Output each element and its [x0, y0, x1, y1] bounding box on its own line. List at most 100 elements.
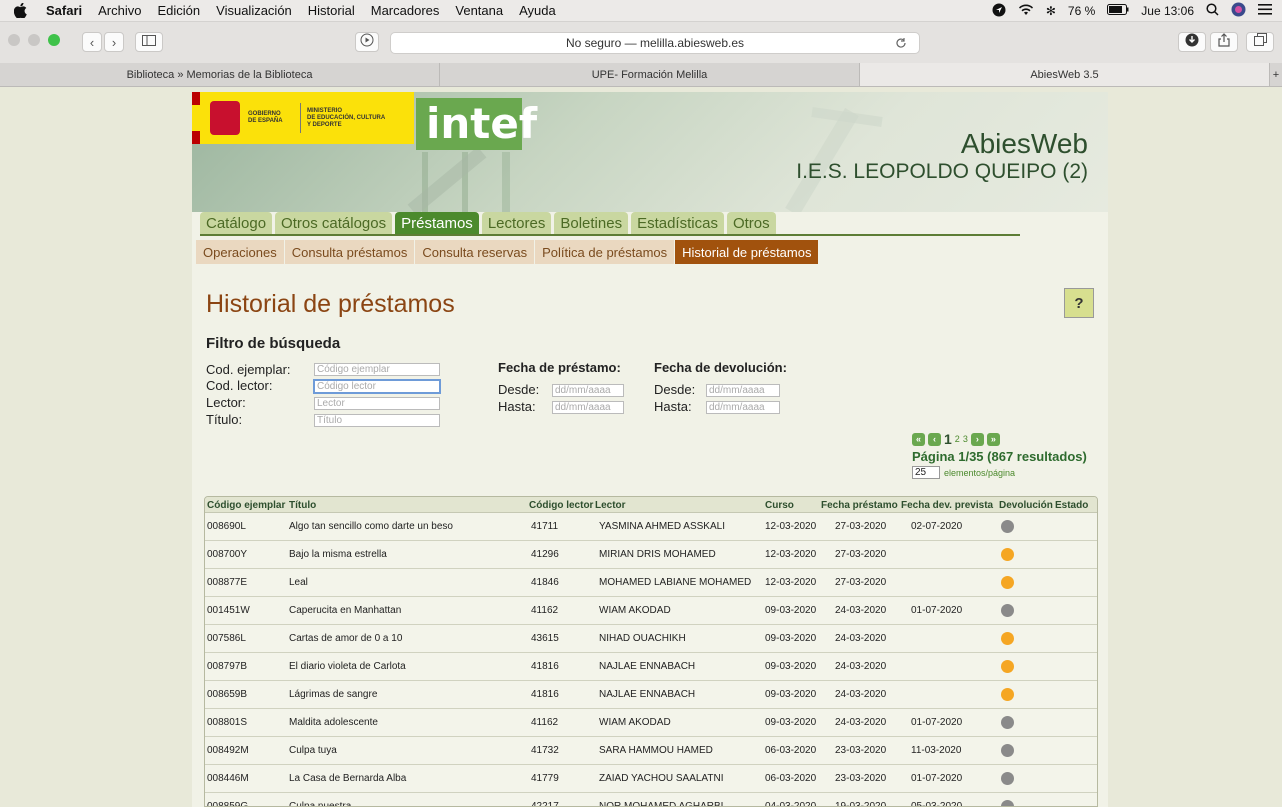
subtab-politica-prestamos[interactable]: Política de préstamos [535, 240, 676, 264]
devolucion-desde-input[interactable]: dd/mm/aaaa [706, 384, 780, 397]
apple-icon[interactable] [14, 3, 30, 19]
table-row[interactable]: 001451W Caperucita en Manhattan 41162 WIAM … [205, 597, 1097, 625]
table-row[interactable]: 007586L Cartas de amor de 0 a 10 43615 NIHA… [205, 625, 1097, 653]
subtab-consulta-prestamos[interactable]: Consulta préstamos [284, 240, 416, 264]
menu-marcadores[interactable]: Marcadores [371, 3, 440, 18]
col-titulo[interactable]: Título [289, 500, 316, 511]
devolucion-status-icon[interactable] [1001, 632, 1014, 645]
tab-catalogo[interactable]: Catálogo [200, 212, 273, 234]
col-devolucion[interactable]: Devolución [999, 500, 1053, 511]
col-curso[interactable]: Curso [765, 500, 794, 511]
minimize-window-button[interactable] [28, 34, 40, 46]
address-bar[interactable]: No seguro — melilla.abiesweb.es [390, 32, 920, 54]
per-page-input[interactable]: 25 [912, 466, 940, 479]
col-fecha-prestamo[interactable]: Fecha préstamo [821, 500, 898, 511]
forward-button[interactable]: › [104, 32, 124, 52]
siri-icon[interactable] [1231, 2, 1246, 20]
subtab-historial-prestamos[interactable]: Historial de préstamos [675, 240, 820, 264]
battery-icon[interactable] [1107, 4, 1129, 18]
reload-icon[interactable] [895, 37, 907, 52]
col-estado[interactable]: Estado [1055, 500, 1088, 511]
col-fecha-dev-prevista[interactable]: Fecha dev. prevista [901, 500, 993, 511]
downloads-button[interactable] [1178, 32, 1206, 52]
first-page-icon[interactable]: « [912, 432, 925, 446]
tab-estadisticas[interactable]: Estadísticas [631, 212, 724, 234]
zoom-window-button[interactable] [48, 34, 60, 46]
subtab-operaciones[interactable]: Operaciones [196, 240, 285, 264]
cell-codigo-lector: 41162 [531, 605, 559, 616]
back-button[interactable]: ‹ [82, 32, 102, 52]
devolucion-status-icon[interactable] [1001, 660, 1014, 673]
menu-ventana[interactable]: Ventana [455, 3, 503, 18]
devolucion-status-icon[interactable] [1001, 772, 1014, 785]
devolucion-status-icon[interactable] [1001, 688, 1014, 701]
table-row[interactable]: 008801S Maldita adolescente 41162 WIAM AKOD… [205, 709, 1097, 737]
clock[interactable]: Jue 13:06 [1141, 4, 1194, 18]
menu-archivo[interactable]: Archivo [98, 3, 141, 18]
devolucion-status-icon[interactable] [1001, 800, 1014, 806]
share-button[interactable] [1210, 32, 1238, 52]
devolucion-status-icon[interactable] [1001, 548, 1014, 561]
tab-otros[interactable]: Otros [726, 212, 776, 234]
location-icon[interactable] [992, 3, 1006, 20]
browser-tab-biblioteca[interactable]: Biblioteca » Memorias de la Biblioteca [0, 63, 440, 86]
gobierno-text: GOBIERNO DE ESPAÑA [248, 111, 283, 124]
prestamo-desde-input[interactable]: dd/mm/aaaa [552, 384, 624, 397]
table-row[interactable]: 008859G Culpa nuestra 42217 NOR MOHAMED AGH… [205, 793, 1097, 806]
cell-codigo-lector: 41711 [531, 521, 559, 532]
tab-boletines[interactable]: Boletines [554, 212, 629, 234]
table-row[interactable]: 008659B Lágrimas de sangre 41816 NAJLAE ENN… [205, 681, 1097, 709]
table-row[interactable]: 008446M La Casa de Bernarda Alba 41779 ZAIA… [205, 765, 1097, 793]
cod-ejemplar-input[interactable]: Código ejemplar [314, 363, 440, 376]
notification-center-icon[interactable] [1258, 4, 1272, 18]
menu-edicion[interactable]: Edición [158, 3, 201, 18]
devolucion-status-icon[interactable] [1001, 604, 1014, 617]
next-page-icon[interactable]: › [970, 432, 984, 446]
titulo-input[interactable]: Título [314, 414, 440, 427]
devolucion-status-icon[interactable] [1001, 520, 1014, 533]
menu-safari[interactable]: Safari [46, 3, 82, 18]
devolucion-status-icon[interactable] [1001, 576, 1014, 589]
menu-ayuda[interactable]: Ayuda [519, 3, 556, 18]
reader-button[interactable] [355, 32, 379, 52]
devolucion-status-icon[interactable] [1001, 716, 1014, 729]
cell-fecha-prestamo: 23-03-2020 [835, 745, 887, 756]
abiesweb-container: GOBIERNO DE ESPAÑA MINISTERIO DE EDUCACI… [192, 92, 1108, 807]
results-table: Código ejemplar Título Código lector Lec… [204, 496, 1098, 807]
col-codigo-ejemplar[interactable]: Código ejemplar [207, 500, 285, 511]
cell-fecha-prestamo: 27-03-2020 [835, 549, 887, 560]
bluetooth-icon[interactable]: ✻ [1046, 4, 1056, 18]
devolucion-status-icon[interactable] [1001, 744, 1014, 757]
lector-input[interactable]: Lector [314, 397, 440, 410]
browser-tab-upe[interactable]: UPE- Formación Melilla [440, 63, 860, 86]
close-window-button[interactable] [8, 34, 20, 46]
wifi-icon[interactable] [1018, 4, 1034, 19]
col-lector[interactable]: Lector [595, 500, 626, 511]
menu-visualizacion[interactable]: Visualización [216, 3, 292, 18]
page-link-3[interactable]: 3 [963, 434, 968, 444]
table-row[interactable]: 008877E Leal 41846 MOHAMED LABIANE MOHAMED 1… [205, 569, 1097, 597]
new-tab-button[interactable]: + [1270, 63, 1282, 86]
col-codigo-lector[interactable]: Código lector [529, 500, 593, 511]
table-row[interactable]: 008700Y Bajo la misma estrella 41296 MIRIAN… [205, 541, 1097, 569]
page-link-2[interactable]: 2 [955, 434, 960, 444]
help-button[interactable]: ? [1064, 288, 1094, 318]
browser-tab-abiesweb[interactable]: AbiesWeb 3.5 [860, 63, 1270, 86]
prev-page-icon[interactable]: ‹ [928, 432, 941, 446]
tab-otros-catalogos[interactable]: Otros catálogos [275, 212, 393, 234]
menu-historial[interactable]: Historial [308, 3, 355, 18]
table-row[interactable]: 008690L Algo tan sencillo como darte un b… [205, 513, 1097, 541]
prestamo-hasta-input[interactable]: dd/mm/aaaa [552, 401, 624, 414]
last-page-icon[interactable]: » [986, 432, 1000, 446]
tab-prestamos[interactable]: Préstamos [395, 212, 479, 234]
tab-lectores[interactable]: Lectores [481, 212, 552, 234]
cod-lector-input[interactable]: Código lector [313, 379, 441, 394]
table-row[interactable]: 008492M Culpa tuya 41732 SARA HAMMOU HAMED 0… [205, 737, 1097, 765]
tabs-overview-button[interactable] [1246, 32, 1274, 52]
subtab-consulta-reservas[interactable]: Consulta reservas [415, 240, 536, 264]
table-row[interactable]: 008797B El diario violeta de Carlota 41816… [205, 653, 1097, 681]
spotlight-icon[interactable] [1206, 3, 1219, 19]
sidebar-button[interactable] [135, 32, 163, 52]
cell-codigo: 008797B [207, 661, 248, 672]
devolucion-hasta-input[interactable]: dd/mm/aaaa [706, 401, 780, 414]
